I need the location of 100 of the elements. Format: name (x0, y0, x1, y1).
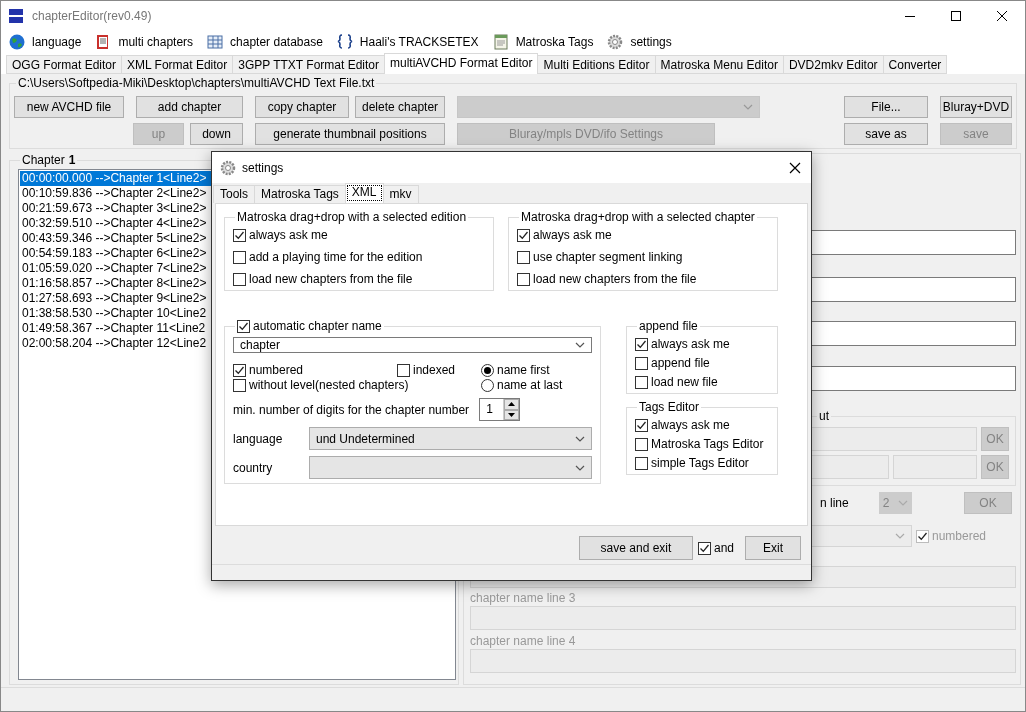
checkbox[interactable] (233, 363, 246, 377)
group-title: Matroska drag+drop with a selected chapter (520, 210, 756, 224)
close-icon[interactable] (789, 161, 801, 174)
chapter-title: Chapter (22, 153, 65, 167)
radio-button[interactable] (481, 363, 494, 377)
close-icon[interactable] (997, 11, 1007, 21)
dialog-tab[interactable]: Matroska Tags (254, 185, 346, 203)
dialog-tab[interactable]: mkv (382, 185, 419, 203)
settings-icon (220, 159, 236, 176)
menu-item[interactable]: multi chapters (95, 34, 194, 50)
maximize-icon[interactable] (951, 11, 961, 21)
menu-item[interactable]: Matroska Tags (492, 34, 594, 50)
combobox-value: chapter (240, 338, 281, 352)
chevron-down-icon (575, 342, 585, 348)
window-title: chapterEditor(rev0.49) (32, 9, 152, 23)
group-title: append file (638, 319, 699, 333)
group-title: Tags Editor (638, 400, 701, 414)
checkbox[interactable] (635, 418, 648, 432)
dropdown-value: und Undetermined (316, 431, 415, 446)
editor-tab[interactable]: XML Format Editor (121, 55, 234, 74)
checkbox-label: load new chapters from the file (249, 272, 413, 286)
country-label: country (233, 460, 274, 475)
dialog-tab[interactable]: Tools (213, 185, 255, 203)
checkbox[interactable] (635, 437, 648, 451)
radio-button[interactable] (481, 378, 494, 392)
checkbox[interactable] (517, 250, 530, 264)
globe-icon (9, 34, 25, 50)
chevron-down-icon (743, 104, 753, 110)
chevron-down-icon (895, 533, 905, 539)
language-label: language (233, 431, 284, 446)
digits-label: min. number of digits for the chapter number (233, 402, 470, 417)
toolbar-button[interactable]: generate thumbnail positions (255, 123, 445, 145)
name-combobox[interactable]: chapter (233, 337, 592, 353)
checkbox[interactable] (517, 272, 530, 286)
menu-item[interactable]: Haali's TRACKSETEX (336, 34, 479, 50)
checkbox-label: without level(nested chapters) (249, 378, 409, 392)
toolbar-button[interactable]: save as (844, 123, 928, 145)
dialog-tab[interactable]: XML (344, 183, 384, 203)
digits-spinbox[interactable]: 1 (479, 398, 521, 421)
up-arrow-icon[interactable] (508, 402, 516, 407)
checkbox[interactable] (517, 228, 530, 242)
exit-button[interactable]: Exit (745, 536, 801, 560)
chevron-down-icon (575, 464, 585, 471)
editor-tab[interactable]: OGG Format Editor (6, 55, 123, 74)
text-field[interactable] (470, 606, 1016, 630)
menu-item[interactable]: language (9, 34, 82, 50)
app-logo-icon (8, 8, 24, 24)
checkbox[interactable] (233, 228, 246, 242)
checkbox-label: simple Tags Editor (651, 456, 749, 470)
editor-tab[interactable]: Converter (882, 55, 948, 74)
menu-item[interactable]: chapter database (207, 34, 323, 50)
checkbox[interactable] (237, 319, 250, 333)
checkbox[interactable] (397, 363, 410, 377)
chevron-down-icon (897, 500, 908, 506)
minimize-icon[interactable] (905, 15, 915, 17)
checkbox-label: always ask me (249, 228, 328, 242)
checkbox-label: use chapter segment linking (533, 250, 683, 264)
checkbox[interactable] (233, 378, 246, 392)
language-dropdown[interactable]: und Undetermined (309, 427, 592, 450)
text-field[interactable] (893, 455, 977, 479)
radio-label: name at last (497, 378, 563, 392)
save-and-exit-button[interactable]: save and exit (578, 536, 693, 560)
checkbox[interactable] (635, 337, 648, 351)
toolbar-button[interactable]: add chapter (136, 96, 243, 118)
checkbox-label: automatic chapter name (253, 319, 382, 333)
editor-tab[interactable]: Matroska Menu Editor (654, 55, 784, 74)
table-icon (207, 34, 224, 50)
editor-tab[interactable]: DVD2mkv Editor (782, 55, 884, 74)
dialog-title: settings (242, 160, 284, 175)
checkbox[interactable] (916, 529, 929, 543)
toolbar-button[interactable]: File... (844, 96, 928, 118)
checkbox-label: always ask me (651, 337, 730, 351)
checkbox-label: indexed (413, 363, 456, 377)
editor-tab[interactable]: 3GPP TTXT Format Editor (232, 55, 385, 74)
settings-icon (607, 34, 624, 50)
checkbox-label: append file (651, 356, 710, 370)
checkbox-label: always ask me (533, 228, 612, 242)
checkbox-label: Matroska Tags Editor (651, 437, 764, 451)
toolbar-button[interactable]: Bluray+DVD (940, 96, 1012, 118)
menu-item[interactable]: settings (607, 34, 672, 50)
checkbox[interactable] (697, 541, 711, 555)
toolbar-button[interactable]: down (190, 123, 243, 145)
chapter-number: 1 (68, 153, 76, 167)
checkbox[interactable] (635, 356, 648, 370)
checkbox-label: numbered (249, 363, 304, 377)
checkbox-label: add a playing time for the edition (249, 250, 423, 264)
checkbox[interactable] (635, 456, 648, 470)
chevron-down-icon (575, 435, 585, 442)
braces-logo-icon (336, 34, 353, 50)
toolbar-button[interactable]: new AVCHD file (14, 96, 124, 118)
text-field[interactable] (470, 649, 1016, 673)
checkbox[interactable] (233, 272, 246, 286)
line-label: n line (820, 496, 849, 510)
checkbox[interactable] (233, 250, 246, 264)
down-arrow-icon[interactable] (508, 412, 516, 417)
toolbar-button[interactable]: delete chapter (355, 96, 445, 118)
toolbar-button[interactable]: copy chapter (255, 96, 349, 118)
editor-tab[interactable]: Multi Editions Editor (537, 55, 656, 74)
radio-label: name first (497, 363, 550, 377)
checkbox[interactable] (635, 375, 648, 389)
